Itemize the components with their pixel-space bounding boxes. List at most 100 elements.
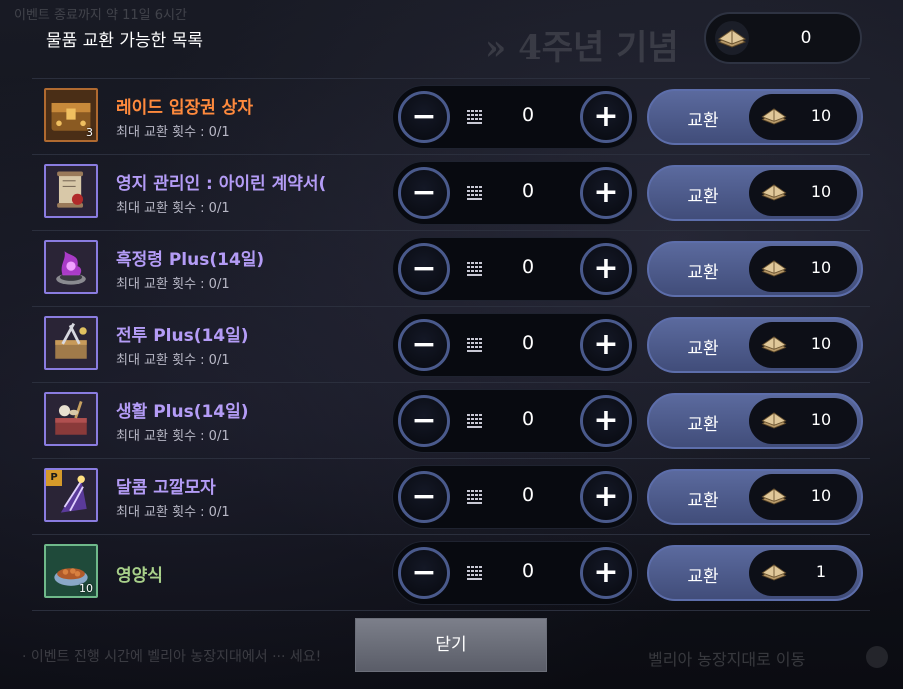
cost-value: 10 bbox=[810, 106, 832, 125]
item-name: 흑정령 Plus(14일) bbox=[116, 250, 265, 270]
cost-pill: 10 bbox=[749, 474, 857, 520]
item-limit: 최대 교환 횟수 : 0/1 bbox=[116, 505, 230, 520]
cost-value: 10 bbox=[810, 410, 832, 429]
quantity-value: 0 bbox=[521, 408, 535, 430]
quantity-stepper: − 0 + bbox=[392, 85, 638, 149]
decrease-button[interactable]: − bbox=[398, 167, 450, 219]
cost-pill: 10 bbox=[749, 246, 857, 292]
raid-chest-icon: 3 bbox=[44, 88, 98, 142]
book-token-icon bbox=[761, 260, 787, 277]
combat-box-icon bbox=[44, 316, 98, 370]
currency-balance: 0 bbox=[704, 12, 862, 64]
list-item: 전투 Plus(14일) 최대 교환 횟수 : 0/1 − 0 + 교환 10 bbox=[32, 306, 870, 382]
dialog-title: 물품 교환 가능한 목록 bbox=[46, 31, 203, 51]
life-box-icon bbox=[44, 392, 98, 446]
exchange-button[interactable]: 교환 10 bbox=[647, 241, 863, 297]
quantity-value: 0 bbox=[521, 104, 535, 126]
item-name: 생활 Plus(14일) bbox=[116, 402, 249, 422]
list-item: P 달콤 고깔모자 최대 교환 횟수 : 0/1 − 0 + 교환 10 bbox=[32, 458, 870, 534]
quantity-stepper: − 0 + bbox=[392, 161, 638, 225]
item-name: 영지 관리인 : 아이린 계약서( bbox=[116, 174, 327, 194]
party-hat-icon: P bbox=[44, 468, 98, 522]
book-token-icon bbox=[761, 184, 787, 201]
quantity-value: 0 bbox=[521, 332, 535, 354]
exchange-button[interactable]: 교환 10 bbox=[647, 165, 863, 221]
exchange-button[interactable]: 교환 10 bbox=[647, 393, 863, 449]
quantity-stepper: − 0 + bbox=[392, 465, 638, 529]
cost-pill: 10 bbox=[749, 322, 857, 368]
book-token-icon bbox=[761, 488, 787, 505]
cost-value: 10 bbox=[810, 182, 832, 201]
book-token-icon bbox=[761, 336, 787, 353]
increase-button[interactable]: + bbox=[580, 319, 632, 371]
quantity-stepper: − 0 + bbox=[392, 389, 638, 453]
quantity-stepper: − 0 + bbox=[392, 541, 638, 605]
quantity-value: 0 bbox=[521, 560, 535, 582]
exchange-label: 교환 bbox=[687, 491, 719, 511]
item-limit: 최대 교환 횟수 : 0/1 bbox=[116, 125, 230, 140]
item-name: 레이드 입장권 상자 bbox=[116, 98, 253, 118]
calculator-icon[interactable] bbox=[467, 262, 483, 276]
decrease-button[interactable]: − bbox=[398, 395, 450, 447]
quantity-stepper: − 0 + bbox=[392, 313, 638, 377]
exchange-label: 교환 bbox=[687, 263, 719, 283]
exchange-dialog: 물품 교환 가능한 목록 0 3 레이드 입장권 상자 최대 교환 횟수 : 0… bbox=[0, 0, 903, 689]
calculator-icon[interactable] bbox=[467, 110, 483, 124]
exchange-label: 교환 bbox=[687, 111, 719, 131]
list-item: 흑정령 Plus(14일) 최대 교환 횟수 : 0/1 − 0 + 교환 10 bbox=[32, 230, 870, 306]
list-item: 10 영양식 − 0 + 교환 1 bbox=[32, 534, 870, 611]
exchange-button[interactable]: 교환 10 bbox=[647, 317, 863, 373]
exchange-label: 교환 bbox=[687, 415, 719, 435]
decrease-button[interactable]: − bbox=[398, 243, 450, 295]
item-limit: 최대 교환 횟수 : 0/1 bbox=[116, 353, 230, 368]
exchange-button[interactable]: 교환 10 bbox=[647, 469, 863, 525]
increase-button[interactable]: + bbox=[580, 167, 632, 219]
decrease-button[interactable]: − bbox=[398, 547, 450, 599]
cost-value: 10 bbox=[810, 334, 832, 353]
increase-button[interactable]: + bbox=[580, 395, 632, 447]
item-name: 전투 Plus(14일) bbox=[116, 326, 249, 346]
calculator-icon[interactable] bbox=[467, 338, 483, 352]
quantity-value: 0 bbox=[521, 484, 535, 506]
increase-button[interactable]: + bbox=[580, 547, 632, 599]
cost-pill: 10 bbox=[749, 170, 857, 216]
contract-scroll-icon bbox=[44, 164, 98, 218]
calculator-icon[interactable] bbox=[467, 414, 483, 428]
currency-amount: 0 bbox=[800, 28, 812, 48]
exchange-button[interactable]: 교환 10 bbox=[647, 89, 863, 145]
item-name: 영양식 bbox=[116, 566, 163, 586]
increase-button[interactable]: + bbox=[580, 471, 632, 523]
book-token-icon bbox=[761, 412, 787, 429]
exchange-label: 교환 bbox=[687, 339, 719, 359]
calculator-icon[interactable] bbox=[467, 186, 483, 200]
cost-pill: 10 bbox=[749, 398, 857, 444]
cost-pill: 1 bbox=[749, 550, 857, 596]
black-spirit-icon bbox=[44, 240, 98, 294]
close-button[interactable]: 닫기 bbox=[355, 618, 547, 672]
book-token-icon bbox=[761, 564, 787, 581]
premium-badge-icon: P bbox=[46, 470, 62, 486]
exchange-label: 교환 bbox=[687, 567, 719, 587]
increase-button[interactable]: + bbox=[580, 243, 632, 295]
pet-food-icon: 10 bbox=[44, 544, 98, 598]
calculator-icon[interactable] bbox=[467, 490, 483, 504]
exchange-button[interactable]: 교환 1 bbox=[647, 545, 863, 601]
exchange-label: 교환 bbox=[687, 187, 719, 207]
decrease-button[interactable]: − bbox=[398, 91, 450, 143]
quantity-value: 0 bbox=[521, 180, 535, 202]
exchange-list: 3 레이드 입장권 상자 최대 교환 횟수 : 0/1 − 0 + 교환 10 bbox=[32, 78, 870, 611]
item-stack-count: 3 bbox=[86, 126, 93, 139]
cost-value: 1 bbox=[815, 562, 827, 581]
decrease-button[interactable]: − bbox=[398, 319, 450, 371]
list-item: 3 레이드 입장권 상자 최대 교환 횟수 : 0/1 − 0 + 교환 10 bbox=[32, 78, 870, 154]
increase-button[interactable]: + bbox=[580, 91, 632, 143]
item-limit: 최대 교환 횟수 : 0/1 bbox=[116, 201, 230, 216]
cost-value: 10 bbox=[810, 486, 832, 505]
decrease-button[interactable]: − bbox=[398, 471, 450, 523]
quantity-stepper: − 0 + bbox=[392, 237, 638, 301]
list-item: 생활 Plus(14일) 최대 교환 횟수 : 0/1 − 0 + 교환 10 bbox=[32, 382, 870, 458]
book-token-icon bbox=[715, 21, 749, 55]
list-item: 영지 관리인 : 아이린 계약서( 최대 교환 횟수 : 0/1 − 0 + 교… bbox=[32, 154, 870, 230]
calculator-icon[interactable] bbox=[467, 566, 483, 580]
cost-value: 10 bbox=[810, 258, 832, 277]
